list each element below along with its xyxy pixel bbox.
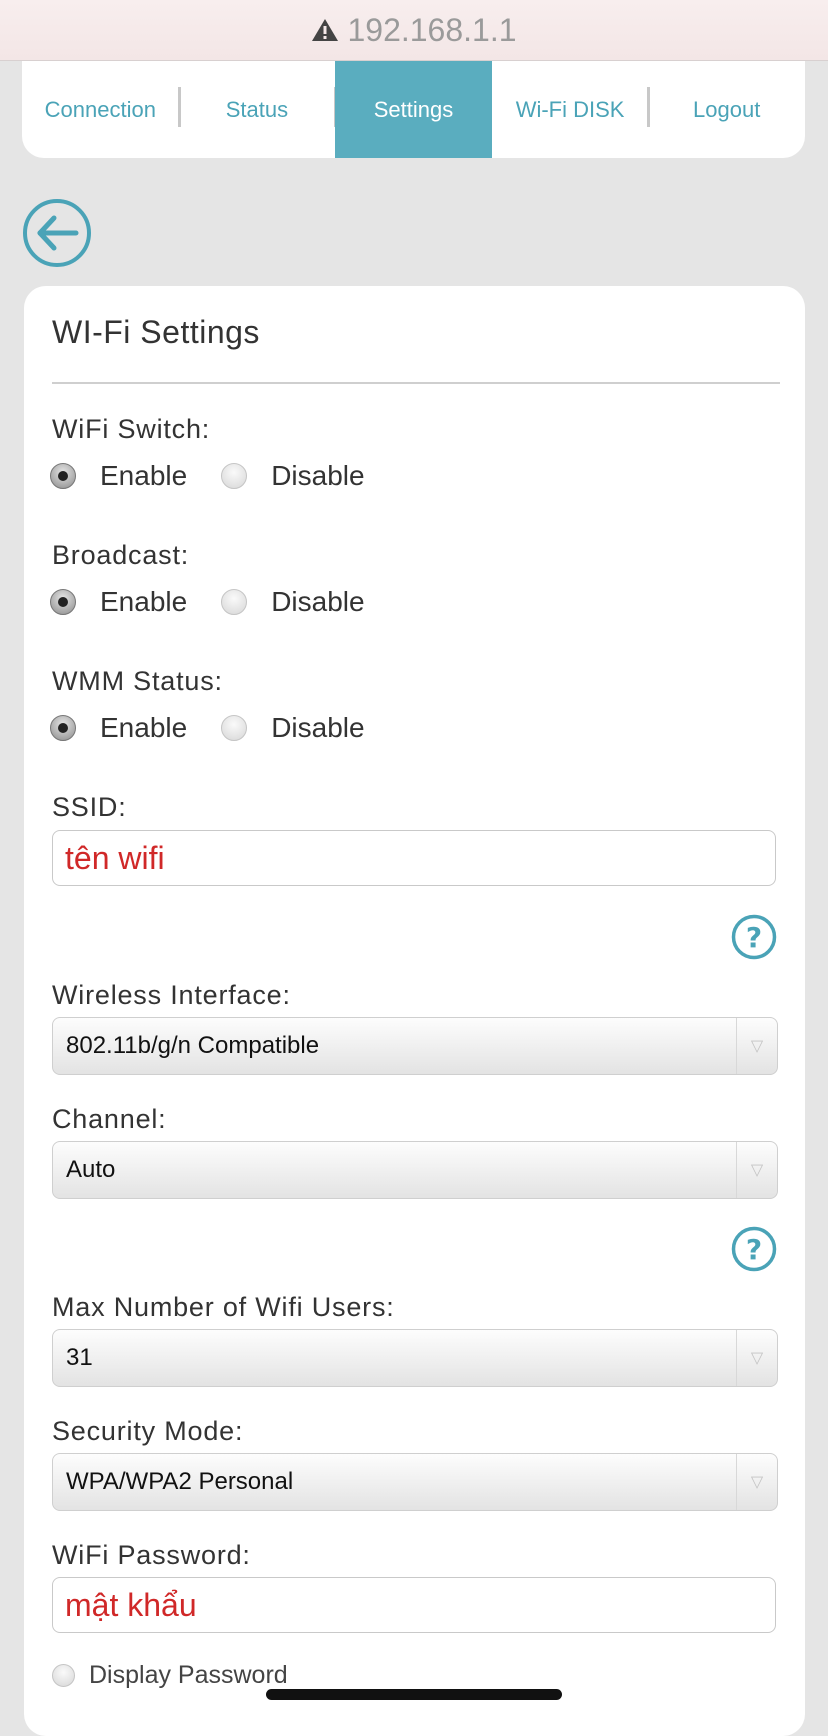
ssid-input[interactable]: tên wifi xyxy=(52,830,776,886)
wifi-switch-options: Enable Disable xyxy=(50,460,399,492)
chevron-down-icon: ▽ xyxy=(736,1018,777,1074)
wifi-password-input[interactable]: mật khẩu xyxy=(52,1577,776,1633)
tab-connection[interactable]: Connection xyxy=(22,61,181,158)
display-password-label[interactable]: Display Password xyxy=(89,1661,288,1690)
channel-value: Auto xyxy=(66,1156,116,1183)
wireless-interface-value: 802.11b/g/n Compatible xyxy=(66,1032,320,1059)
channel-label: Channel: xyxy=(52,1104,167,1134)
wifi-switch-disable-radio[interactable] xyxy=(221,463,248,489)
security-mode-select[interactable]: WPA/WPA2 Personal ▽ xyxy=(52,1453,778,1511)
security-mode-value: WPA/WPA2 Personal xyxy=(66,1468,294,1495)
display-password-toggle[interactable]: Display Password xyxy=(52,1661,288,1690)
svg-text:?: ? xyxy=(746,921,762,954)
max-users-select[interactable]: 31 ▽ xyxy=(52,1329,778,1387)
back-arrow-icon[interactable] xyxy=(22,198,92,268)
warning-triangle-icon xyxy=(312,19,339,41)
title-divider xyxy=(52,382,780,384)
broadcast-label: Broadcast: xyxy=(52,540,190,570)
broadcast-enable-label[interactable]: Enable xyxy=(100,586,187,618)
broadcast-options: Enable Disable xyxy=(50,586,399,618)
page-title: WI-Fi Settings xyxy=(52,314,260,350)
wifi-switch-enable-label[interactable]: Enable xyxy=(100,460,187,492)
wmm-status-options: Enable Disable xyxy=(50,712,399,744)
tab-status[interactable]: Status xyxy=(179,61,337,158)
chevron-down-icon: ▽ xyxy=(736,1330,777,1386)
channel-select[interactable]: Auto ▽ xyxy=(52,1141,778,1199)
top-nav: Connection Status Settings Wi-Fi DISK Lo… xyxy=(22,61,805,158)
wireless-interface-select[interactable]: 802.11b/g/n Compatible ▽ xyxy=(52,1017,778,1075)
wifi-password-label: WiFi Password: xyxy=(52,1540,251,1570)
wifi-switch-label: WiFi Switch: xyxy=(52,414,211,444)
max-users-value: 31 xyxy=(66,1344,93,1371)
browser-url-bar[interactable]: 192.168.1.1 xyxy=(0,0,828,61)
wmm-enable-radio[interactable] xyxy=(50,715,76,741)
svg-text:?: ? xyxy=(746,1233,762,1266)
url-text: 192.168.1.1 xyxy=(347,11,517,48)
broadcast-disable-radio[interactable] xyxy=(221,589,248,615)
tab-logout[interactable]: Logout xyxy=(648,61,805,158)
wifi-switch-disable-label[interactable]: Disable xyxy=(271,460,364,492)
wifi-settings-card: WI-Fi Settings WiFi Switch: Enable Disab… xyxy=(24,286,805,1736)
max-users-label: Max Number of Wifi Users: xyxy=(52,1292,395,1322)
ssid-label: SSID: xyxy=(52,792,127,822)
broadcast-enable-radio[interactable] xyxy=(50,589,76,615)
tab-settings[interactable]: Settings xyxy=(335,61,492,158)
wmm-enable-label[interactable]: Enable xyxy=(100,712,187,744)
security-mode-label: Security Mode: xyxy=(52,1416,244,1446)
wmm-disable-radio[interactable] xyxy=(221,715,248,741)
chevron-down-icon: ▽ xyxy=(736,1454,777,1510)
wireless-interface-label: Wireless Interface: xyxy=(52,980,291,1010)
tab-wifi-disk[interactable]: Wi-Fi DISK xyxy=(492,61,650,158)
display-password-checkbox[interactable] xyxy=(52,1664,75,1687)
help-question-icon[interactable]: ? xyxy=(731,1226,777,1272)
wmm-disable-label[interactable]: Disable xyxy=(271,712,364,744)
broadcast-disable-label[interactable]: Disable xyxy=(271,586,364,618)
wmm-status-label: WMM Status: xyxy=(52,666,223,696)
home-indicator[interactable] xyxy=(266,1689,562,1700)
wifi-switch-enable-radio[interactable] xyxy=(50,463,76,489)
help-question-icon[interactable]: ? xyxy=(731,914,777,960)
chevron-down-icon: ▽ xyxy=(736,1142,777,1198)
